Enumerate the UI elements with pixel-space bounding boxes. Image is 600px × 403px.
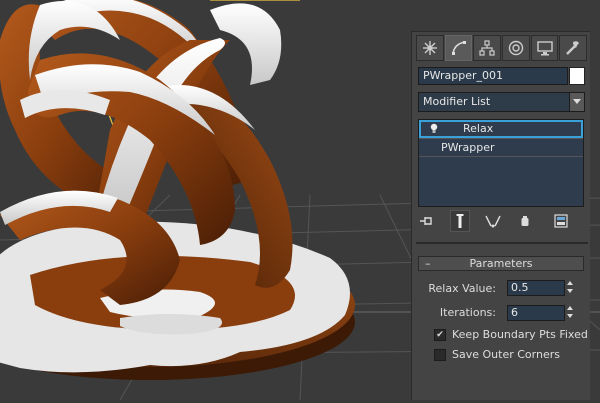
modifier-list-arrow[interactable] xyxy=(569,92,585,112)
rollout-title: Parameters xyxy=(469,257,533,270)
pin-icon xyxy=(420,217,432,225)
relax-value-label: Relax Value: xyxy=(428,282,496,295)
tab-motion[interactable] xyxy=(502,35,530,61)
make-unique-button[interactable] xyxy=(484,211,502,231)
command-panel-tabs xyxy=(416,35,588,63)
keep-boundary-label: Keep Boundary Pts Fixed xyxy=(452,328,588,341)
utilities-icon xyxy=(566,41,580,55)
panel-separator xyxy=(416,242,588,244)
modify-icon xyxy=(451,41,466,55)
keep-boundary-checkbox[interactable]: ✔ xyxy=(434,328,446,341)
command-panel: PWrapper_001 Modifier List Relax PWrappe… xyxy=(411,31,590,400)
stack-item-label: Relax xyxy=(463,122,494,135)
save-outer-checkbox[interactable] xyxy=(434,348,446,361)
motion-icon xyxy=(508,40,524,56)
save-outer-row[interactable]: Save Outer Corners xyxy=(434,348,560,361)
stack-item-label: PWrapper xyxy=(441,141,495,154)
iterations-label: Iterations: xyxy=(439,306,496,319)
relax-value-spinner[interactable]: 0.5 xyxy=(507,280,565,296)
stack-divider xyxy=(419,156,583,157)
lightbulb-icon[interactable] xyxy=(429,123,439,138)
trash-icon xyxy=(521,216,529,226)
parameters-rollout-header[interactable]: – Parameters xyxy=(418,256,584,271)
create-icon xyxy=(422,41,437,55)
show-end-result-button[interactable] xyxy=(450,210,470,232)
tab-utilities[interactable] xyxy=(559,35,588,61)
stack-item-relax[interactable]: Relax xyxy=(419,120,583,138)
remove-modifier-button[interactable] xyxy=(516,211,534,231)
modifier-list-dropdown[interactable]: Modifier List xyxy=(418,92,584,112)
tab-create[interactable] xyxy=(416,35,444,61)
stack-item-pwrapper[interactable]: PWrapper xyxy=(419,139,583,156)
configure-sets-button[interactable] xyxy=(552,211,570,231)
spinner-down-icon[interactable] xyxy=(565,312,575,320)
save-outer-label: Save Outer Corners xyxy=(452,348,560,361)
display-icon xyxy=(536,41,553,56)
hierarchy-icon xyxy=(479,40,495,56)
tab-modify[interactable] xyxy=(444,35,473,61)
tab-hierarchy[interactable] xyxy=(473,35,502,61)
iterations-spinner[interactable]: 6 xyxy=(507,305,565,321)
iterations-arrows[interactable] xyxy=(565,304,575,320)
object-name-field[interactable]: PWrapper_001 xyxy=(418,67,568,85)
pin-stack-button[interactable] xyxy=(418,211,436,231)
keep-boundary-row[interactable]: ✔ Keep Boundary Pts Fixed xyxy=(434,328,588,341)
stack-toolbar xyxy=(418,210,584,232)
make-unique-icon xyxy=(485,215,501,228)
end-result-icon xyxy=(456,214,464,228)
modifier-stack: Relax PWrapper xyxy=(418,119,584,207)
chevron-down-icon xyxy=(573,99,581,104)
spinner-up-icon[interactable] xyxy=(565,279,575,287)
configure-sets-icon xyxy=(554,214,568,228)
spinner-down-icon[interactable] xyxy=(565,287,575,295)
relax-value-arrows[interactable] xyxy=(565,279,575,295)
object-color-swatch[interactable] xyxy=(569,67,585,85)
tab-display[interactable] xyxy=(530,35,559,61)
spinner-up-icon[interactable] xyxy=(565,304,575,312)
